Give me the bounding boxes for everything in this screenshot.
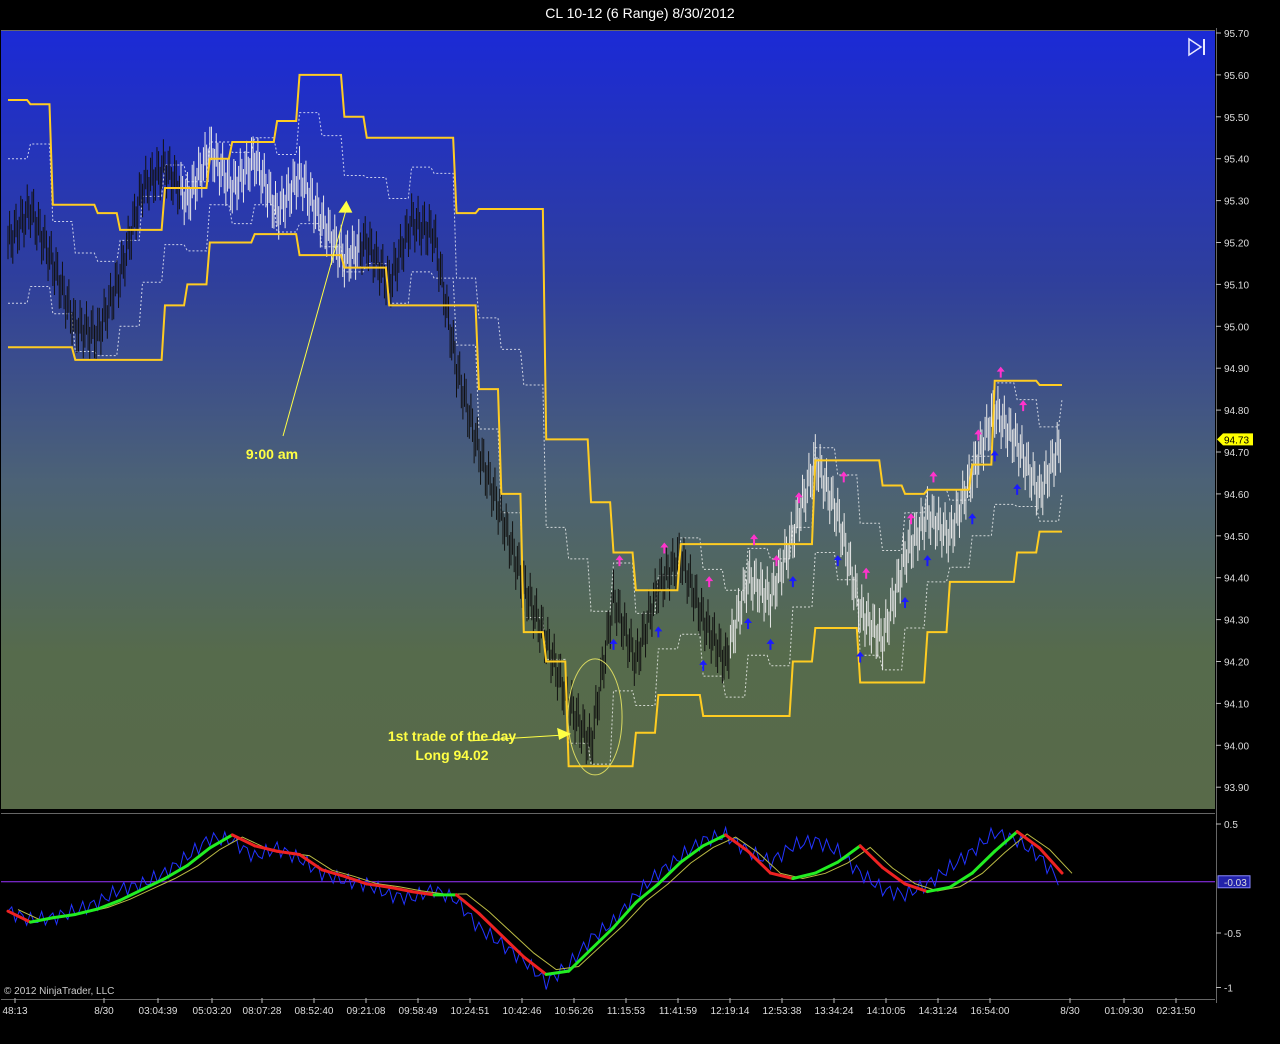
x-axis-label: 02:31:50 <box>1157 1006 1196 1017</box>
x-axis-label: 14:31:24 <box>919 1006 958 1017</box>
x-axis-label: 10:56:26 <box>555 1006 594 1017</box>
osc-smooth-segment <box>701 833 728 848</box>
osc-smooth-segment <box>208 833 234 850</box>
nine-am-arrowhead <box>338 200 353 213</box>
inner-band-lower <box>8 204 1063 765</box>
x-axis-label: 09:58:49 <box>399 1006 438 1017</box>
sell-arrow <box>1019 400 1028 412</box>
buy-arrow <box>901 597 910 609</box>
buy-arrow <box>744 617 753 629</box>
sell-arrow <box>615 555 624 567</box>
x-axis-label: 10:24:51 <box>451 1006 490 1017</box>
osc-smooth-segment <box>1038 846 1064 875</box>
price-axis-label: 95.50 <box>1224 113 1249 124</box>
osc-smooth-segment <box>925 885 952 894</box>
sell-arrow <box>929 471 938 483</box>
osc-smooth-segment <box>387 885 414 894</box>
osc-smooth-segment <box>791 871 817 880</box>
osc-smooth-segment <box>948 871 974 889</box>
copyright-text: © 2012 NinjaTrader, LLC <box>4 986 115 997</box>
price-axis-label: 94.40 <box>1224 574 1249 585</box>
sell-arrow <box>660 542 669 554</box>
osc-smooth-segment <box>813 860 840 875</box>
price-axis-label: 94.60 <box>1224 490 1249 501</box>
buy-arrow <box>788 576 797 588</box>
x-axis-label: 13:34:24 <box>815 1006 854 1017</box>
chart-canvas: 95.70 95.60 95.50 95.40 95.30 95.20 95.10 95.00… <box>1 29 1253 1017</box>
buy-arrow <box>1013 483 1022 495</box>
osc-value-label: -0.03 <box>1224 878 1247 889</box>
x-axis-label: 48:13 <box>2 1006 27 1017</box>
x-axis-label: 09:21:08 <box>347 1006 386 1017</box>
x-axis-label: 05:03:20 <box>193 1006 232 1017</box>
x-axis-label: 10:42:46 <box>503 1006 542 1017</box>
x-axis-label: 11:41:59 <box>659 1006 698 1017</box>
price-axis-label: 94.30 <box>1224 616 1249 627</box>
osc-smooth-segment <box>163 863 189 880</box>
osc-smooth-segment <box>51 912 77 920</box>
price-axis-label: 94.00 <box>1224 741 1249 752</box>
x-axis-label: 03:04:39 <box>139 1006 178 1017</box>
price-axis-label: 95.60 <box>1224 71 1249 82</box>
osc-smooth-segment <box>342 874 369 886</box>
x-axis-label: 14:10:05 <box>867 1006 906 1017</box>
price-axis-label: 94.80 <box>1224 406 1249 417</box>
lower-band-line <box>8 233 1062 768</box>
x-axis-label: 11:15:53 <box>607 1006 646 1017</box>
sell-arrow <box>862 567 871 579</box>
sell-arrow <box>996 366 1005 378</box>
price-axis-label: 95.20 <box>1224 239 1249 250</box>
nine-am-label: 9:00 am <box>246 446 298 462</box>
current-price-label: 94.73 <box>1224 435 1249 446</box>
buy-arrow <box>699 659 708 671</box>
sell-arrow <box>974 429 983 441</box>
upper-band-line <box>8 73 1062 592</box>
osc-smooth-segment <box>28 916 55 924</box>
price-axis-label: 94.10 <box>1224 699 1249 710</box>
x-axis-label: 08:07:28 <box>243 1006 282 1017</box>
sell-arrow <box>705 576 714 588</box>
price-axis-label: 95.10 <box>1224 280 1249 291</box>
x-axis-label: 01:09:30 <box>1105 1006 1144 1017</box>
price-axis-label: 95.00 <box>1224 322 1249 333</box>
buy-arrow <box>923 555 932 567</box>
sell-arrow <box>839 471 848 483</box>
first-trade-label: 1st trade of the day <box>388 728 517 744</box>
osc-smooth-segment <box>589 926 615 951</box>
osc-axis-label: -1 <box>1224 984 1233 995</box>
osc-axis-label: 0.5 <box>1224 820 1238 831</box>
osc-smooth-segment <box>477 911 503 937</box>
price-axis-label: 94.70 <box>1224 448 1249 459</box>
buy-arrow <box>654 626 663 638</box>
price-axis-label: 94.50 <box>1224 532 1249 543</box>
osc-smooth-segment <box>836 844 862 864</box>
x-axis-label: 8/30 <box>94 1006 114 1017</box>
price-axis-label: 94.20 <box>1224 658 1249 669</box>
osc-smooth-segment <box>455 893 481 915</box>
osc-signal-line <box>17 833 1073 971</box>
buy-arrow <box>968 513 977 525</box>
x-axis-label: 12:53:38 <box>763 1006 802 1017</box>
x-axis-label: 8/30 <box>1060 1006 1080 1017</box>
osc-smooth-segment <box>6 909 32 924</box>
sell-arrow <box>907 513 916 525</box>
price-axis-label: 94.90 <box>1224 364 1249 375</box>
buy-arrow <box>766 638 775 650</box>
osc-smooth-segment <box>544 969 571 976</box>
nine-am-pointer <box>282 208 347 437</box>
price-axis-label: 95.30 <box>1224 197 1249 208</box>
price-axis-label: 95.40 <box>1224 155 1249 166</box>
x-axis-label: 16:54:00 <box>971 1006 1010 1017</box>
x-axis-label: 08:52:40 <box>295 1006 334 1017</box>
first-trade-price-label: Long 94.02 <box>415 747 488 763</box>
osc-axis-label: -0.5 <box>1224 929 1242 940</box>
price-axis-label: 95.70 <box>1224 29 1249 40</box>
x-axis-label: 12:19:14 <box>711 1006 750 1017</box>
price-axis-label: 93.90 <box>1224 783 1249 794</box>
osc-smooth-segment <box>656 860 683 886</box>
